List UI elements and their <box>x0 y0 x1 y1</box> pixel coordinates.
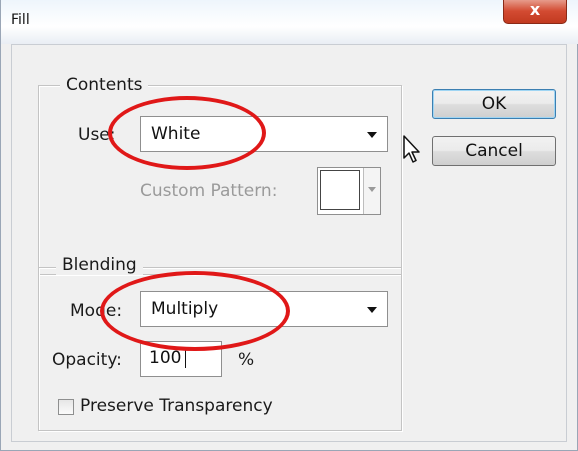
dropdown-arrow-icon <box>367 132 377 138</box>
custom-pattern-picker[interactable] <box>317 167 381 215</box>
contents-legend: Contents <box>60 75 149 95</box>
blending-legend: Blending <box>56 255 143 275</box>
close-icon: x <box>529 0 541 19</box>
dropdown-arrow-icon <box>367 307 377 313</box>
use-dropdown[interactable]: White <box>140 116 388 152</box>
mode-dropdown-value: Multiply <box>151 299 219 319</box>
use-label: Use: <box>78 125 116 145</box>
opacity-unit: % <box>238 350 255 370</box>
custom-pattern-label: Custom Pattern: <box>140 181 278 201</box>
mode-label: Mode: <box>70 301 123 321</box>
window-title: Fill <box>11 12 30 28</box>
close-button[interactable]: x <box>503 0 567 24</box>
dialog-body: Contents Use: White Custom Pattern: Blen… <box>11 44 567 442</box>
mode-dropdown[interactable]: Multiply <box>140 291 388 327</box>
opacity-value: 100 <box>149 348 182 368</box>
preserve-transparency-checkbox[interactable] <box>58 399 74 415</box>
text-caret <box>185 348 186 368</box>
ok-button-label: OK <box>481 94 507 114</box>
opacity-input[interactable]: 100 <box>140 341 222 377</box>
cancel-button[interactable]: Cancel <box>432 136 556 166</box>
title-bar[interactable]: Fill x <box>1 0 578 44</box>
cancel-button-label: Cancel <box>465 141 523 161</box>
fill-dialog: Fill x Contents Use: White Custom Patter… <box>0 0 578 451</box>
mouse-pointer-icon <box>403 135 420 163</box>
pattern-swatch <box>320 170 360 210</box>
preserve-transparency-label[interactable]: Preserve Transparency <box>80 396 273 416</box>
opacity-label: Opacity: <box>52 350 122 370</box>
ok-button[interactable]: OK <box>432 89 556 119</box>
use-dropdown-value: White <box>151 124 201 144</box>
dropdown-arrow-icon <box>368 187 376 192</box>
